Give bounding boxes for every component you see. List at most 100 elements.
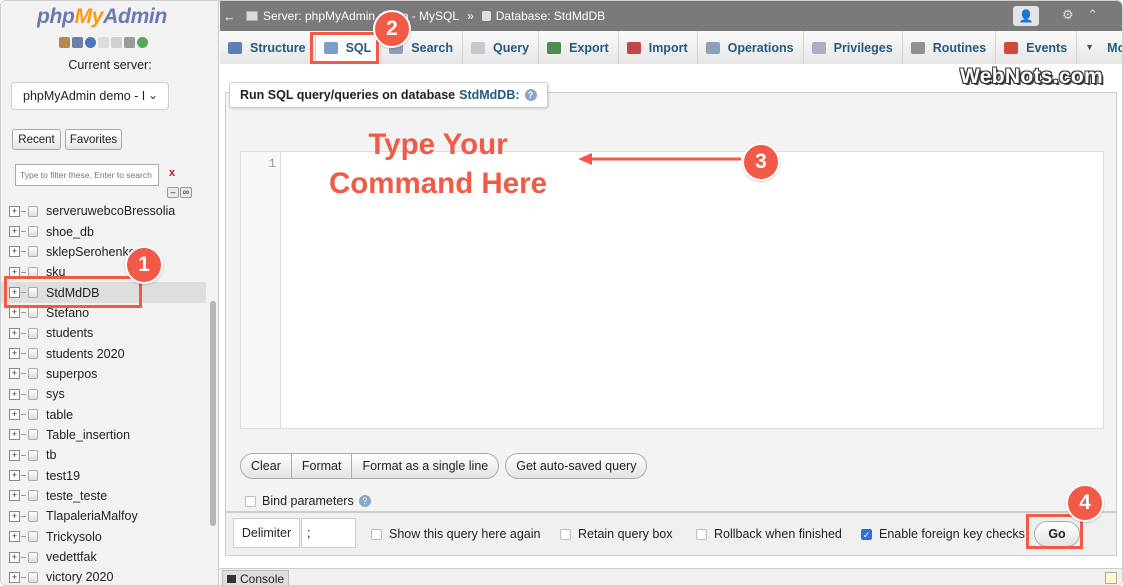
database-tree-item[interactable]: + sklepSerohenko xyxy=(1,242,206,262)
database-name[interactable]: serveruwebcoBressolia xyxy=(46,204,175,218)
show-query-checkbox[interactable] xyxy=(371,528,382,540)
tab-routines[interactable]: Routines xyxy=(902,31,997,64)
expand-icon[interactable]: + xyxy=(9,571,20,583)
database-tree-item[interactable]: + superpos xyxy=(1,364,206,384)
database-tree-item[interactable]: + TlapaleriaMalfoy xyxy=(1,506,206,526)
breadcrumb-server[interactable]: Server: phpMyAdmin demo - MySQL xyxy=(263,9,459,23)
database-name[interactable]: tb xyxy=(46,448,56,462)
tab-events[interactable]: Events xyxy=(996,31,1078,64)
database-tree-item[interactable]: + serveruwebcoBressolia xyxy=(1,201,206,221)
database-name[interactable]: sys xyxy=(46,387,65,401)
favorites-button[interactable]: Favorites xyxy=(65,129,122,150)
database-tree-item[interactable]: + shoe_db xyxy=(1,221,206,241)
tab-privileges[interactable]: Privileges xyxy=(803,31,903,64)
database-tree-item[interactable]: + test19 xyxy=(1,465,206,485)
expand-icon[interactable]: + xyxy=(9,449,20,461)
rollback-option[interactable]: Rollback when finished xyxy=(696,527,842,541)
tab-import[interactable]: Import xyxy=(618,31,698,64)
expand-icon[interactable]: + xyxy=(9,205,20,217)
page-icon[interactable] xyxy=(111,37,122,48)
database-name[interactable]: shoe_db xyxy=(46,225,94,239)
link-icon[interactable]: ∞ xyxy=(180,187,192,198)
clear-filter-icon[interactable]: x xyxy=(169,167,175,179)
foreign-key-checks-option[interactable]: ✓ Enable foreign key checks xyxy=(861,527,1025,541)
database-tree-item[interactable]: + Table_insertion xyxy=(1,425,206,445)
reload-icon[interactable] xyxy=(137,37,148,48)
bind-help-icon[interactable]: ? xyxy=(358,495,371,507)
expand-icon[interactable]: + xyxy=(9,307,20,319)
format-single-line-button[interactable]: Format as a single line xyxy=(352,453,500,479)
user-icon[interactable]: 👤 xyxy=(1013,6,1039,26)
database-name[interactable]: students 2020 xyxy=(46,347,125,361)
sidebar-scrollbar[interactable] xyxy=(209,206,216,526)
get-auto-saved-query-button[interactable]: Get auto-saved query xyxy=(505,453,648,479)
settings-collapse-icons[interactable]: ⚙ ⌃ xyxy=(1062,7,1103,23)
tab-structure[interactable]: Structure xyxy=(220,31,316,64)
foreign-key-checks-checkbox[interactable]: ✓ xyxy=(861,528,872,540)
show-query-option[interactable]: Show this query here again xyxy=(371,527,540,541)
format-button[interactable]: Format xyxy=(291,453,353,479)
expand-icon[interactable]: + xyxy=(9,510,20,522)
phpmyadmin-logo[interactable]: phpMyAdmin xyxy=(37,5,167,29)
help-icon[interactable] xyxy=(85,37,96,48)
database-tree-item[interactable]: + students 2020 xyxy=(1,343,206,363)
expand-icon[interactable]: + xyxy=(9,226,20,238)
database-name[interactable]: superpos xyxy=(46,367,97,381)
delimiter-input[interactable]: ; xyxy=(301,518,356,548)
sql-help-icon[interactable]: ? xyxy=(524,89,537,101)
tab-more[interactable]: ▼ More xyxy=(1077,31,1122,64)
legend-database-link[interactable]: StdMdDB: xyxy=(459,88,519,102)
tab-query[interactable]: Query xyxy=(462,31,540,64)
database-name[interactable]: Trickysolo xyxy=(46,530,102,544)
database-name[interactable]: teste_teste xyxy=(46,489,107,503)
note-icon[interactable] xyxy=(1105,572,1117,584)
expand-icon[interactable]: + xyxy=(9,327,20,339)
collapse-all-icon[interactable]: – xyxy=(167,187,179,198)
retain-query-box-label[interactable]: Retain query box xyxy=(578,527,673,541)
bind-parameters-label[interactable]: Bind parameters xyxy=(262,494,354,508)
retain-query-box-option[interactable]: Retain query box xyxy=(560,527,673,541)
database-name[interactable]: TlapaleriaMalfoy xyxy=(46,509,138,523)
tab-operations[interactable]: Operations xyxy=(697,31,804,64)
database-tree-item[interactable]: + table xyxy=(1,404,206,424)
database-tree-item[interactable]: + students xyxy=(1,323,206,343)
expand-icon[interactable]: + xyxy=(9,409,20,421)
scrollbar-thumb[interactable] xyxy=(210,301,216,526)
expand-icon[interactable]: + xyxy=(9,429,20,441)
tab-export[interactable]: Export xyxy=(539,31,619,64)
server-select[interactable]: phpMyAdmin demo - I ⌄ xyxy=(11,82,169,110)
expand-icon[interactable]: + xyxy=(9,551,20,563)
breadcrumb-database[interactable]: Database: StdMdDB xyxy=(496,9,605,23)
database-name[interactable]: students xyxy=(46,326,93,340)
recent-button[interactable]: Recent xyxy=(12,129,61,150)
console-toggle[interactable]: Console xyxy=(222,570,290,585)
show-query-label[interactable]: Show this query here again xyxy=(389,527,540,541)
docs-icon[interactable] xyxy=(98,37,109,48)
settings-icon[interactable] xyxy=(124,37,135,48)
expand-icon[interactable]: + xyxy=(9,388,20,400)
logout-icon[interactable] xyxy=(72,37,83,48)
back-arrow-icon[interactable]: ← xyxy=(223,9,236,24)
database-name[interactable]: victory 2020 xyxy=(46,570,113,584)
database-name[interactable]: sklepSerohenko xyxy=(46,245,136,259)
bind-parameters-checkbox[interactable] xyxy=(245,495,256,507)
rollback-checkbox[interactable] xyxy=(696,528,707,540)
expand-icon[interactable]: + xyxy=(9,470,20,482)
database-tree-item[interactable]: + vedettfak xyxy=(1,547,206,567)
database-tree-item[interactable]: + tb xyxy=(1,445,206,465)
database-name[interactable]: vedettfak xyxy=(46,550,97,564)
expand-icon[interactable]: + xyxy=(9,531,20,543)
home-icon[interactable] xyxy=(59,37,70,48)
clear-button[interactable]: Clear xyxy=(240,453,292,479)
expand-icon[interactable]: + xyxy=(9,246,20,258)
expand-icon[interactable]: + xyxy=(9,348,20,360)
database-name[interactable]: table xyxy=(46,408,73,422)
expand-icon[interactable]: + xyxy=(9,490,20,502)
database-tree-item[interactable]: + victory 2020 xyxy=(1,567,206,585)
database-filter-input[interactable] xyxy=(15,164,159,186)
rollback-label[interactable]: Rollback when finished xyxy=(714,527,842,541)
retain-query-box-checkbox[interactable] xyxy=(560,528,571,540)
database-name[interactable]: Table_insertion xyxy=(46,428,130,442)
database-tree-item[interactable]: + sys xyxy=(1,384,206,404)
expand-icon[interactable]: + xyxy=(9,368,20,380)
